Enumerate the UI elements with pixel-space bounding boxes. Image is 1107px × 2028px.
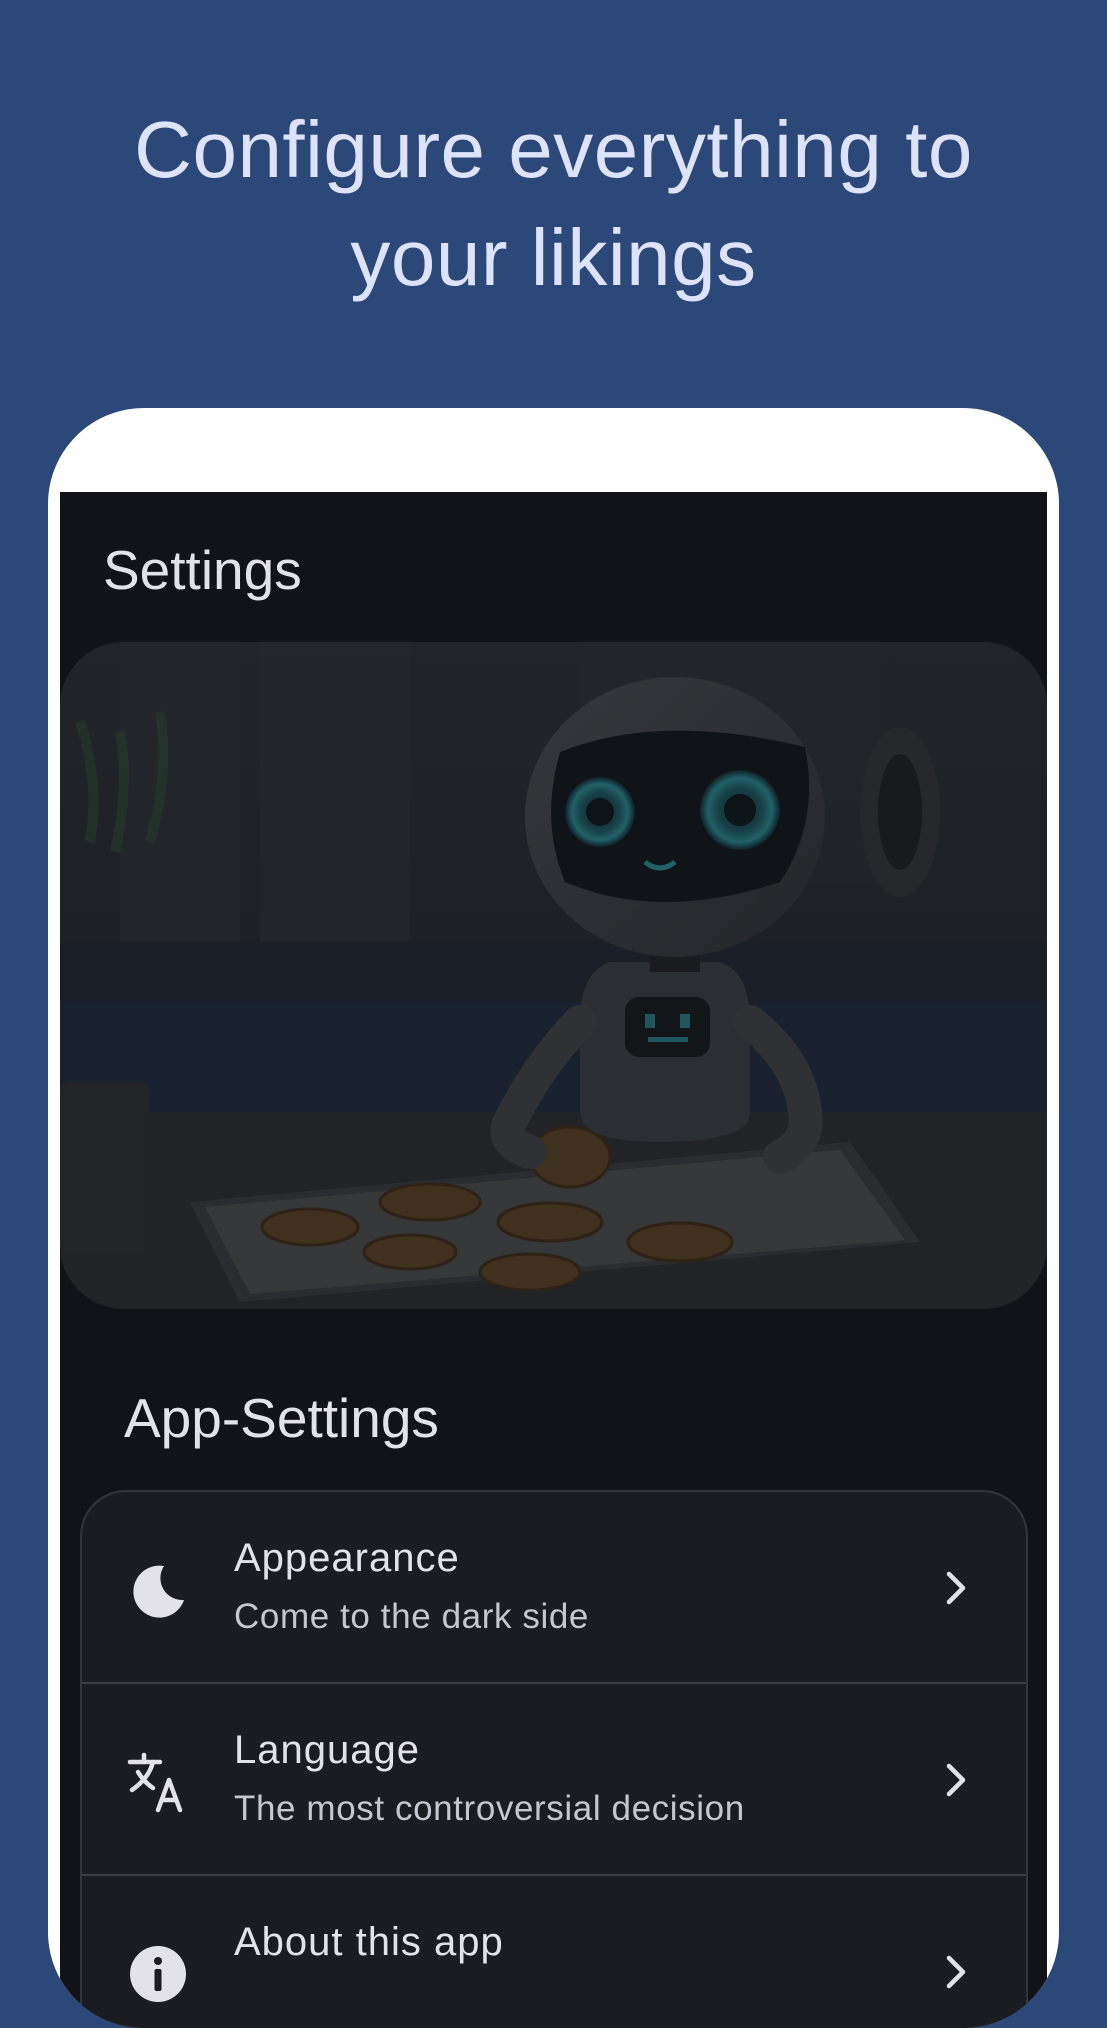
settings-item-subtitle: The most controversial decision [234, 1789, 745, 1828]
robot-baking-cookies-image [60, 642, 1047, 1309]
moon-icon [133, 1565, 184, 1618]
settings-item-language[interactable]: Language The most controversial decision [82, 1684, 1026, 1876]
translate-icon [127, 1752, 183, 1813]
settings-card: Appearance Come to the dark side Languag… [80, 1490, 1028, 2028]
settings-item-about[interactable]: About this app [82, 1876, 1026, 2028]
info-icon [130, 1946, 186, 2002]
app-screen: Settings App-Settings Appearance Come to… [60, 492, 1047, 2028]
chevron-right-icon [946, 1955, 966, 1989]
promo-headline: Configure everything to your likings [0, 96, 1107, 312]
settings-item-appearance[interactable]: Appearance Come to the dark side [82, 1492, 1026, 1684]
settings-item-title: Appearance [234, 1536, 460, 1580]
chevron-right-icon [946, 1763, 966, 1797]
section-title: App-Settings [124, 1387, 439, 1449]
settings-item-title: About this app [234, 1920, 504, 1964]
headline-line-1: Configure everything to [134, 105, 973, 194]
page-title: Settings [103, 539, 302, 601]
settings-item-subtitle: Come to the dark side [234, 1597, 589, 1636]
phone-frame: Settings App-Settings Appearance Come to… [48, 408, 1059, 2028]
settings-item-title: Language [234, 1728, 420, 1772]
chevron-right-icon [946, 1571, 966, 1605]
headline-line-2: your likings [350, 213, 757, 302]
